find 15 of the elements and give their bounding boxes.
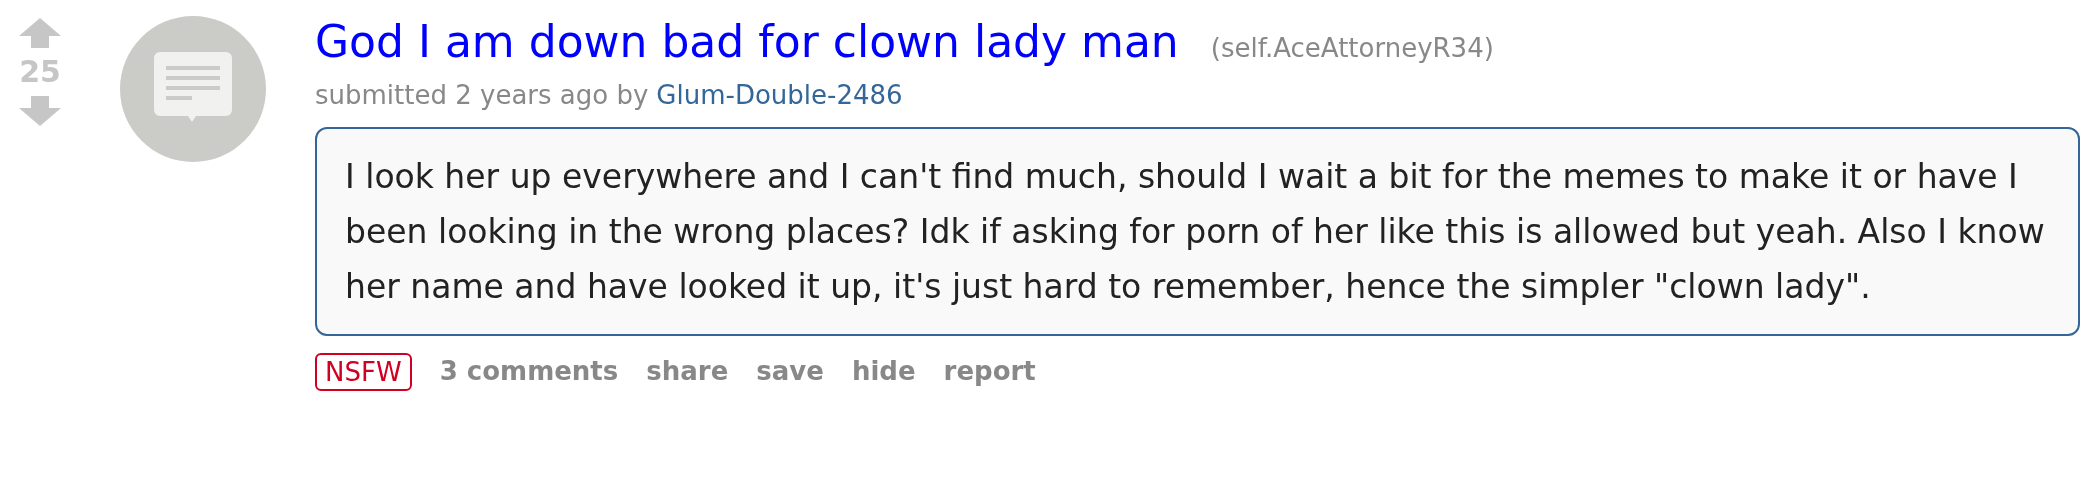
post-action-link[interactable]: hide — [851, 352, 916, 391]
submission-info: submitted 2 years ago by — [315, 79, 649, 112]
author-link[interactable]: Glum-Double-2486 — [656, 76, 903, 115]
post-action-link[interactable]: report — [943, 352, 1036, 391]
post-title-link[interactable]: God I am down bad for clown lady man — [315, 12, 1179, 72]
post-body-text: I look her up everywhere and I can't find much, should I wait a bit for the memes to make it or have I been looking in the wrong places? Idk if asking for porn of her like this is allowed but yeah. Also I know her name and have looked it up, it's just hard to remember, hence the simpler "clown lady". — [345, 156, 2046, 308]
vote-score: 25 — [19, 53, 61, 91]
nsfw-tag: NSFW — [315, 352, 412, 391]
post-action-link[interactable]: save — [756, 352, 824, 391]
text-post-thumbnail-icon[interactable] — [120, 16, 266, 162]
post-action-link[interactable]: share — [646, 352, 729, 391]
downvote-arrow-icon[interactable] — [17, 94, 63, 128]
post-action-link[interactable]: 3 comments — [439, 352, 619, 391]
post-domain: (self.AceAttorneyR34) — [1210, 32, 1494, 65]
upvote-arrow-icon[interactable] — [17, 16, 63, 50]
